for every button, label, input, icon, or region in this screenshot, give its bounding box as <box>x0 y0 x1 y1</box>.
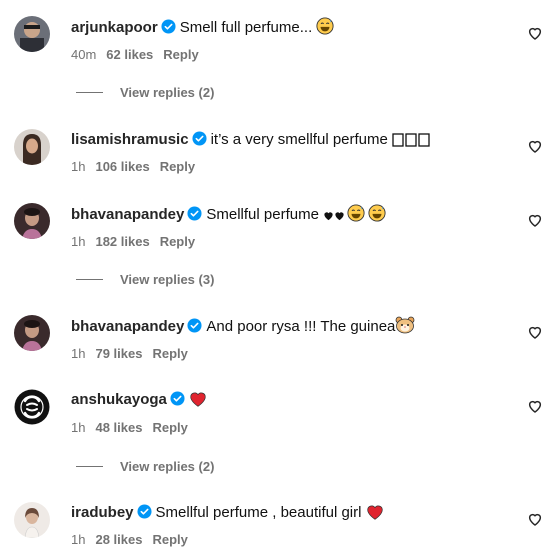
like-heart-icon[interactable] <box>527 324 543 340</box>
reply-button[interactable]: Reply <box>160 234 195 249</box>
view-replies-button[interactable]: View replies (2) <box>76 459 214 477</box>
reply-button[interactable]: Reply <box>152 346 187 361</box>
black-heart-emoji-icon <box>334 210 345 222</box>
comment-text: And poor rysa !!! The guinea <box>206 318 396 335</box>
view-replies-button[interactable]: View replies (3) <box>76 272 214 290</box>
hamster-emoji-icon <box>395 316 415 334</box>
grin-sweat-emoji-icon <box>368 204 386 222</box>
verified-badge-icon <box>137 504 152 519</box>
verified-badge-icon <box>192 131 207 146</box>
comment-time: 40m <box>71 47 97 62</box>
view-replies-label: View replies (2) <box>120 85 215 100</box>
like-heart-icon[interactable] <box>527 25 543 41</box>
grin-sweat-emoji-icon <box>347 204 365 222</box>
view-replies-label: View replies (3) <box>120 272 215 287</box>
verified-badge-icon <box>187 318 202 333</box>
avatar[interactable] <box>14 16 50 52</box>
like-heart-icon[interactable] <box>527 212 543 228</box>
comment-likes[interactable]: 79 likes <box>95 346 142 361</box>
comment-text: Smell full perfume... <box>179 19 317 36</box>
comment-username[interactable]: bhavanapandey <box>71 318 184 335</box>
comment-likes[interactable]: 182 likes <box>95 234 149 249</box>
divider <box>76 466 103 467</box>
avatar[interactable] <box>14 203 50 239</box>
view-replies-button[interactable]: View replies (2) <box>76 85 214 103</box>
comment-likes[interactable]: 62 likes <box>106 47 153 62</box>
verified-badge-icon <box>161 19 176 34</box>
avatar[interactable] <box>14 502 50 538</box>
red-heart-emoji-icon <box>189 391 207 407</box>
red-heart-emoji-icon <box>366 504 384 520</box>
verified-badge-icon <box>170 391 185 406</box>
grin-sweat-emoji-icon <box>316 17 334 35</box>
black-heart-emoji-icon <box>323 210 334 222</box>
missing-glyph-icon <box>392 133 432 147</box>
avatar[interactable] <box>14 315 50 351</box>
comment-text: it’s a very smellful perfume <box>210 131 393 148</box>
view-replies-label: View replies (2) <box>120 459 215 474</box>
comment-likes[interactable]: 106 likes <box>95 159 149 174</box>
like-heart-icon[interactable] <box>527 511 543 527</box>
comment-username[interactable]: anshukayoga <box>71 391 167 408</box>
like-heart-icon[interactable] <box>527 398 543 414</box>
comment-time: 1h <box>71 346 86 361</box>
comment-username[interactable]: iradubey <box>71 504 134 521</box>
divider <box>76 92 103 93</box>
comment-time: 1h <box>71 159 86 174</box>
reply-button[interactable]: Reply <box>152 420 187 435</box>
comment-text: Smellful perfume , beautiful girl <box>155 504 366 521</box>
verified-badge-icon <box>187 206 202 221</box>
comment-likes[interactable]: 48 likes <box>95 420 142 435</box>
reply-button[interactable]: Reply <box>160 159 195 174</box>
reply-button[interactable]: Reply <box>163 47 198 62</box>
comment-username[interactable]: lisamishramusic <box>71 131 189 148</box>
comment-time: 1h <box>71 420 86 435</box>
comment-username[interactable]: bhavanapandey <box>71 206 184 223</box>
divider <box>76 279 103 280</box>
comment-text: Smellful perfume <box>206 206 324 223</box>
comment-username[interactable]: arjunkapoor <box>71 19 158 36</box>
comment-time: 1h <box>71 234 86 249</box>
like-heart-icon[interactable] <box>527 138 543 154</box>
avatar[interactable] <box>14 389 50 425</box>
avatar[interactable] <box>14 129 50 165</box>
